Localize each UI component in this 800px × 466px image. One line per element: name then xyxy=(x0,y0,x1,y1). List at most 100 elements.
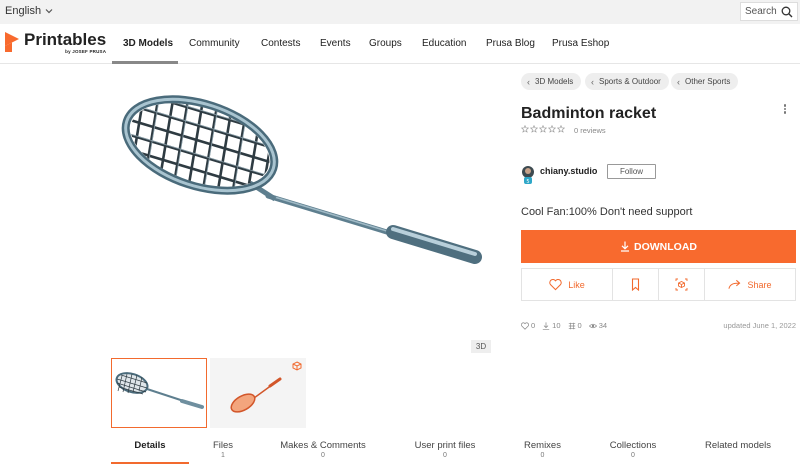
chevron-left-icon: ‹ xyxy=(591,76,594,87)
tab-label: User print files xyxy=(414,440,476,451)
main-navigation: Printables by JOSEF PRUSA 3D Models Comm… xyxy=(0,24,800,64)
download-button[interactable]: DOWNLOAD xyxy=(521,230,796,263)
language-label: English xyxy=(5,5,42,17)
model-stats: 0 10 0 34 xyxy=(521,321,607,330)
star-icon xyxy=(548,125,556,133)
heart-icon xyxy=(521,321,529,330)
share-button[interactable]: Share xyxy=(705,269,795,300)
svg-text:5: 5 xyxy=(526,179,529,185)
reviews-count[interactable]: 0 reviews xyxy=(574,126,606,135)
tab-related-models[interactable]: Related models xyxy=(700,440,776,451)
nav-prusa-blog[interactable]: Prusa Blog xyxy=(486,38,535,49)
downloads-stat: 10 xyxy=(542,321,561,330)
likes-count: 0 xyxy=(531,321,536,330)
nav-prusa-eshop[interactable]: Prusa Eshop xyxy=(552,38,609,49)
follow-button[interactable]: Follow xyxy=(607,164,656,179)
tab-collections[interactable]: Collections 0 xyxy=(600,440,666,459)
breadcrumb-label: Sports & Outdoor xyxy=(599,77,661,86)
active-nav-indicator xyxy=(112,61,178,64)
nav-contests[interactable]: Contests xyxy=(261,38,300,49)
model-title: Badminton racket xyxy=(521,105,657,122)
top-utility-bar: English Search xyxy=(0,0,800,24)
model-summary: Cool Fan:100% Don't need support xyxy=(521,206,693,218)
3d-cube-icon xyxy=(292,361,302,371)
updated-date: updated June 1, 2022 xyxy=(723,321,796,330)
share-arrow-icon xyxy=(728,279,741,289)
3d-print-icon xyxy=(675,278,688,291)
action-bar: Like Share xyxy=(521,268,796,301)
thumbnail-1[interactable] xyxy=(111,358,207,428)
makes-icon xyxy=(568,322,575,329)
makes-count: 0 xyxy=(577,321,582,330)
search-icon[interactable] xyxy=(781,6,793,18)
tab-count: 1 xyxy=(221,452,225,459)
search-label: Search xyxy=(745,6,777,17)
heart-icon xyxy=(549,278,562,291)
star-icon xyxy=(521,125,529,133)
star-icon xyxy=(557,125,565,133)
nav-groups[interactable]: Groups xyxy=(369,38,402,49)
thumbnail-2[interactable] xyxy=(210,358,306,428)
download-icon xyxy=(542,321,550,330)
like-button[interactable]: Like xyxy=(522,269,613,300)
search-input[interactable]: Search xyxy=(740,2,798,21)
breadcrumb-sports-outdoor[interactable]: ‹ Sports & Outdoor xyxy=(585,73,669,90)
tab-remixes[interactable]: Remixes 0 xyxy=(515,440,570,459)
printables-logo[interactable]: Printables by JOSEF PRUSA xyxy=(4,31,106,55)
download-icon xyxy=(621,241,629,252)
tab-label: Files xyxy=(212,440,234,451)
share-label: Share xyxy=(747,279,772,290)
eye-icon xyxy=(588,323,597,328)
nav-events[interactable]: Events xyxy=(320,38,351,49)
tab-label: Collections xyxy=(609,440,657,451)
tab-label: Details xyxy=(134,440,166,451)
bookmark-button[interactable] xyxy=(613,269,659,300)
tab-label: Makes & Comments xyxy=(280,440,366,451)
language-selector[interactable]: English xyxy=(5,5,53,17)
nav-community[interactable]: Community xyxy=(189,38,240,49)
makes-stat: 0 xyxy=(568,321,582,330)
model-image-viewer[interactable] xyxy=(100,68,495,355)
nav-3d-models[interactable]: 3D Models xyxy=(123,38,173,49)
tab-files[interactable]: Files 1 xyxy=(203,440,243,459)
breadcrumb-label: Other Sports xyxy=(685,77,731,86)
brand-name: Printables xyxy=(24,30,107,49)
printables-logo-icon xyxy=(5,32,19,52)
racket-render xyxy=(120,87,482,264)
star-icon xyxy=(539,125,547,133)
chevron-left-icon: ‹ xyxy=(527,76,530,87)
tab-details[interactable]: Details xyxy=(112,440,188,451)
more-options-icon[interactable] xyxy=(782,103,788,117)
tab-count: 0 xyxy=(631,452,635,459)
tab-user-print-files[interactable]: User print files 0 xyxy=(405,440,485,459)
bookmark-icon xyxy=(631,278,640,291)
breadcrumb-3d-models[interactable]: ‹ 3D Models xyxy=(521,73,582,90)
chevron-left-icon: ‹ xyxy=(677,76,680,87)
active-tab-indicator xyxy=(111,462,189,464)
rating-stars[interactable] xyxy=(521,125,565,133)
detail-tabs: Details Files 1 Makes & Comments 0 User … xyxy=(0,432,800,466)
tab-makes-comments[interactable]: Makes & Comments 0 xyxy=(273,440,373,459)
downloads-count: 10 xyxy=(552,321,561,330)
star-icon xyxy=(530,125,538,133)
racket-thumbnail-gray xyxy=(115,372,204,409)
chevron-down-icon xyxy=(45,9,53,14)
views-stat: 34 xyxy=(588,321,608,330)
avatar[interactable]: 5 xyxy=(521,165,535,185)
tab-count: 0 xyxy=(540,452,545,459)
author-name[interactable]: chiany.studio xyxy=(540,166,597,176)
tab-label: Related models xyxy=(704,440,771,451)
download-label: DOWNLOAD xyxy=(634,240,697,253)
like-label: Like xyxy=(568,279,585,290)
views-count: 34 xyxy=(598,321,608,330)
tab-count: 0 xyxy=(321,452,325,459)
3d-badge[interactable]: 3D xyxy=(471,340,491,353)
breadcrumb-label: 3D Models xyxy=(535,77,574,86)
print-preview-button[interactable] xyxy=(659,269,705,300)
nav-education[interactable]: Education xyxy=(422,38,466,49)
brand-sub: by JOSEF PRUSA xyxy=(65,49,107,54)
breadcrumb-other-sports[interactable]: ‹ Other Sports xyxy=(671,73,739,90)
tab-count: 0 xyxy=(443,452,447,459)
tab-label: Remixes xyxy=(524,440,561,451)
likes-stat: 0 xyxy=(521,321,535,330)
